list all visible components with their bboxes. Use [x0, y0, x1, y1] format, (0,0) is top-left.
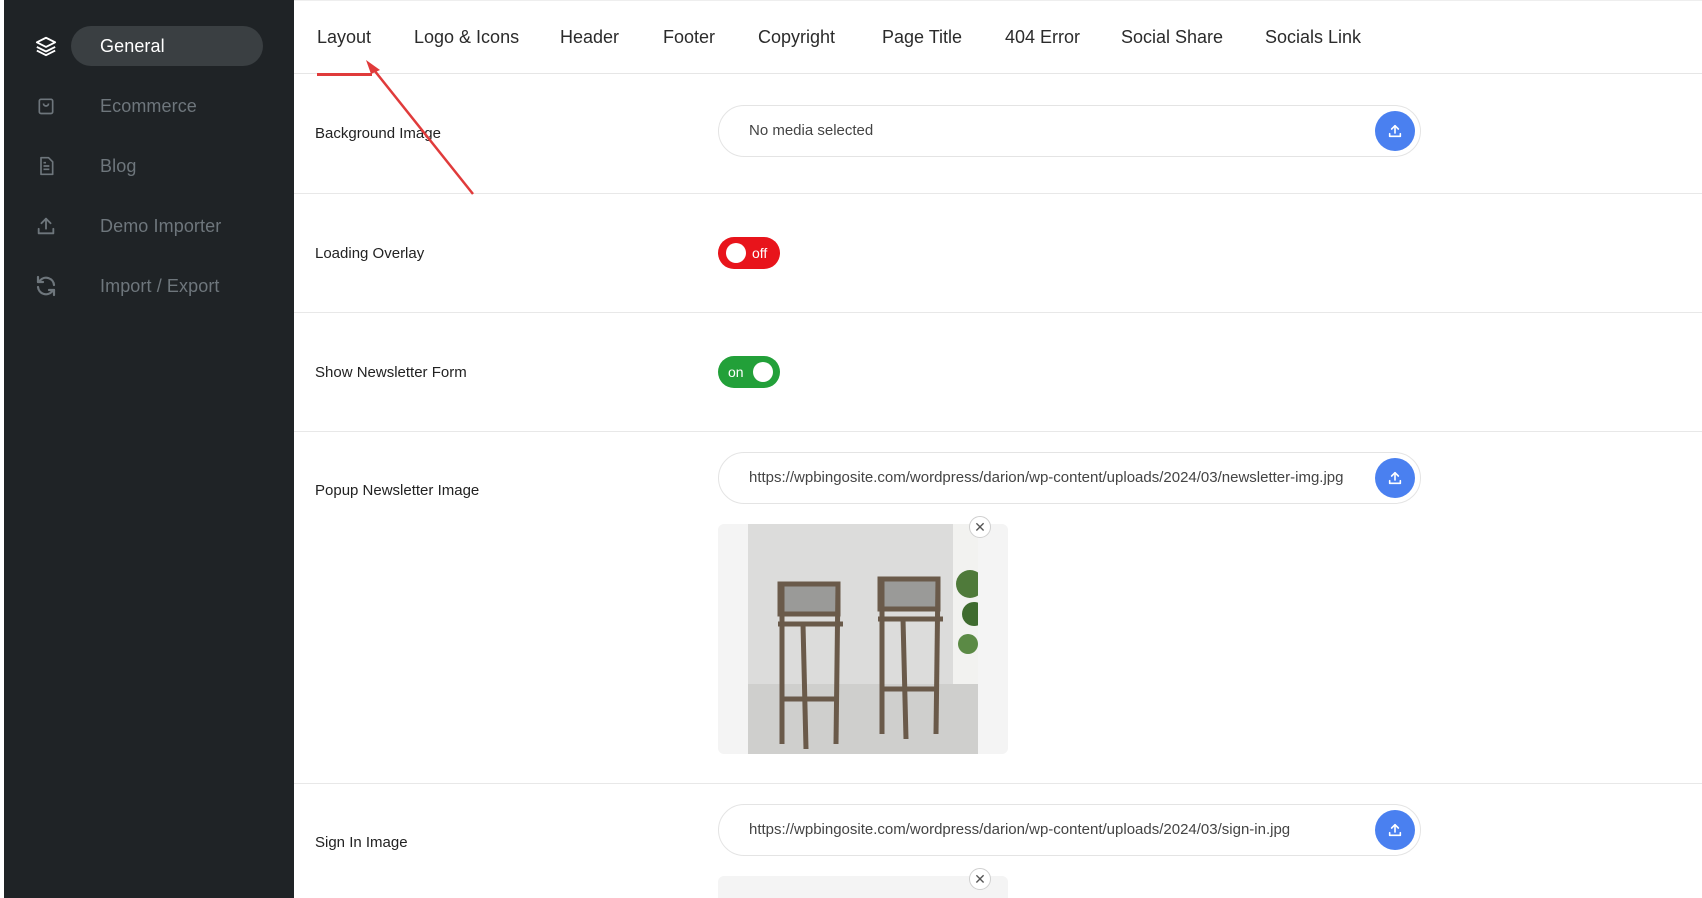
- tab-social-share[interactable]: Social Share: [1121, 27, 1223, 48]
- setting-row-loading-overlay: Loading Overlay off: [294, 194, 1702, 313]
- sidebar-item-general[interactable]: General: [4, 24, 294, 68]
- setting-row-sign-in-image: Sign In Image https://wpbingosite.com/wo…: [294, 784, 1702, 898]
- setting-row-popup-newsletter-image: Popup Newsletter Image https://wpbingosi…: [294, 432, 1702, 784]
- sign-in-image-label: Sign In Image: [315, 834, 408, 851]
- layers-icon: [34, 34, 58, 58]
- setting-row-background-image: Background Image No media selected: [294, 74, 1702, 194]
- popup-newsletter-image-preview: ✕: [718, 516, 1008, 754]
- sidebar-item-label: Ecommerce: [100, 95, 197, 116]
- sidebar-item-import-export[interactable]: Import / Export: [4, 264, 294, 308]
- sidebar-item-blog[interactable]: Blog: [4, 144, 294, 188]
- tab-404-error[interactable]: 404 Error: [1005, 27, 1080, 48]
- sidebar-item-ecommerce[interactable]: Ecommerce: [4, 84, 294, 128]
- upload-icon: [1388, 124, 1402, 138]
- background-image-value: No media selected: [749, 122, 874, 139]
- background-image-field[interactable]: No media selected: [718, 105, 1421, 157]
- settings-tabs: Layout Logo & Icons Header Footer Copyri…: [294, 0, 1702, 76]
- setting-row-show-newsletter: Show Newsletter Form on: [294, 313, 1702, 432]
- tab-header[interactable]: Header: [560, 27, 619, 48]
- sign-in-image-preview: ✕: [718, 868, 1008, 898]
- toggle-state-text: on: [728, 364, 744, 380]
- upload-icon: [1388, 471, 1402, 485]
- upload-icon: [34, 214, 58, 238]
- tab-logo-icons[interactable]: Logo & Icons: [414, 27, 519, 48]
- close-icon: ✕: [974, 870, 986, 887]
- tab-footer[interactable]: Footer: [663, 27, 715, 48]
- upload-button[interactable]: [1375, 458, 1415, 498]
- close-icon: ✕: [974, 518, 986, 535]
- toggle-knob: [726, 243, 746, 263]
- refresh-icon: [34, 274, 58, 298]
- sidebar-item-label: Demo Importer: [100, 215, 222, 236]
- upload-button[interactable]: [1375, 810, 1415, 850]
- tab-copyright[interactable]: Copyright: [758, 27, 835, 48]
- tab-layout[interactable]: Layout: [317, 27, 371, 48]
- bar-stools-image: [748, 524, 978, 754]
- popup-newsletter-image-field[interactable]: https://wpbingosite.com/wordpress/darion…: [718, 452, 1421, 504]
- toggle-state-text: off: [752, 245, 768, 261]
- show-newsletter-toggle[interactable]: on: [718, 356, 780, 388]
- sign-in-image-value: https://wpbingosite.com/wordpress/darion…: [749, 821, 1291, 838]
- sidebar-item-demo-importer[interactable]: Demo Importer: [4, 204, 294, 248]
- popup-newsletter-image-label: Popup Newsletter Image: [315, 482, 480, 499]
- sidebar: General Ecommerce Blog Demo Importer Imp…: [4, 0, 294, 898]
- upload-icon: [1388, 823, 1402, 837]
- sidebar-item-label: General: [100, 35, 165, 56]
- sidebar-item-label: Import / Export: [100, 275, 220, 296]
- tab-page-title[interactable]: Page Title: [882, 27, 962, 48]
- loading-overlay-label: Loading Overlay: [315, 245, 425, 262]
- document-icon: [34, 154, 58, 178]
- shopping-bag-icon: [34, 94, 58, 118]
- background-image-label: Background Image: [315, 125, 441, 142]
- remove-image-button[interactable]: ✕: [969, 516, 991, 538]
- remove-image-button[interactable]: ✕: [969, 868, 991, 890]
- toggle-knob: [753, 362, 773, 382]
- sidebar-item-label: Blog: [100, 155, 137, 176]
- settings-app: General Ecommerce Blog Demo Importer Imp…: [0, 0, 1702, 898]
- popup-newsletter-image-value: https://wpbingosite.com/wordpress/darion…: [749, 469, 1344, 486]
- upload-button[interactable]: [1375, 111, 1415, 151]
- loading-overlay-toggle[interactable]: off: [718, 237, 780, 269]
- show-newsletter-label: Show Newsletter Form: [315, 364, 467, 381]
- sign-in-image-field[interactable]: https://wpbingosite.com/wordpress/darion…: [718, 804, 1421, 856]
- tab-socials-link[interactable]: Socials Link: [1265, 27, 1361, 48]
